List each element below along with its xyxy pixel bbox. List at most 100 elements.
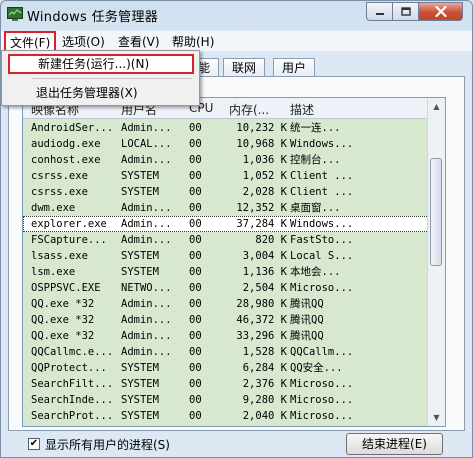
vertical-scrollbar[interactable]: ▲ ▼ <box>427 98 445 426</box>
cell-image-name: SearchInde... <box>31 394 114 406</box>
cell-image-name: lsass.exe <box>31 250 88 262</box>
cell-user-name: Admin... <box>121 202 172 214</box>
cell-image-name: AndroidSer... <box>31 122 114 134</box>
table-row[interactable]: QQ.exe *32 Admin... 00 28,980 K 腾讯QQ <box>23 296 445 312</box>
menu-bar: 文件(F) 选项(O) 查看(V) 帮助(H) <box>1 31 472 54</box>
cell-memory: 10,968 K <box>236 138 287 150</box>
cell-image-name: SearchProt... <box>31 410 114 422</box>
tab-networking[interactable]: 联网 <box>223 58 266 76</box>
menu-item-new-task[interactable]: 新建任务(运行...)(N) <box>8 54 194 74</box>
cell-description: Microso... <box>290 282 354 294</box>
cell-user-name: Admin... <box>121 314 172 326</box>
column-memory[interactable]: 内存(... <box>229 101 269 118</box>
cell-image-name: SearchFilt... <box>31 378 114 390</box>
menu-help[interactable]: 帮助(H) <box>172 33 214 50</box>
cell-memory: 6,284 K <box>242 362 287 374</box>
cell-cpu: 00 <box>189 282 202 294</box>
table-row[interactable]: conhost.exe Admin... 00 1,036 K 控制台... <box>23 152 445 168</box>
table-row[interactable]: dwm.exe Admin... 00 12,352 K 桌面窗... <box>23 200 445 216</box>
cell-image-name: OSPPSVC.EXE <box>31 282 101 294</box>
cell-image-name: audiodg.exe <box>31 138 101 150</box>
cell-user-name: Admin... <box>121 154 172 166</box>
task-manager-app-icon <box>7 7 23 21</box>
table-row[interactable]: AndroidSer... Admin... 00 10,232 K 统一连... <box>23 120 445 136</box>
cell-user-name: SYSTEM <box>121 362 159 374</box>
cell-image-name: QQCallmc.e... <box>31 346 114 358</box>
table-row[interactable]: QQCallmc.e... Admin... 00 1,528 K QQCallm... <box>23 344 445 360</box>
cell-description: Microso... <box>290 378 354 390</box>
cell-memory: 9,280 K <box>242 394 287 406</box>
cell-cpu: 00 <box>189 154 202 166</box>
table-row[interactable]: SearchInde... SYSTEM 00 9,280 K Microso... <box>23 392 445 408</box>
menu-item-exit[interactable]: 退出任务管理器(X) <box>8 83 194 103</box>
cell-description: Local S... <box>290 250 354 262</box>
title-bar[interactable]: Windows 任务管理器 <box>1 1 472 31</box>
cell-memory: 46,372 K <box>236 314 287 326</box>
cell-memory: 1,052 K <box>242 170 287 182</box>
tab-users[interactable]: 用户 <box>273 58 316 76</box>
cell-description: QQCallm... <box>290 346 354 358</box>
minimize-button[interactable] <box>366 2 393 21</box>
cell-description: Microso... <box>290 410 354 422</box>
table-row[interactable]: SearchProt... SYSTEM 00 2,040 K Microso... <box>23 408 445 424</box>
cell-user-name: Admin... <box>121 218 172 230</box>
table-row[interactable]: QQProtect... SYSTEM 00 6,284 K QQ安全... <box>23 360 445 376</box>
table-row[interactable]: lsass.exe SYSTEM 00 3,004 K Local S... <box>23 248 445 264</box>
cell-cpu: 00 <box>189 314 202 326</box>
table-row[interactable]: csrss.exe SYSTEM 00 1,052 K Client ... <box>23 168 445 184</box>
cell-cpu: 00 <box>189 218 202 230</box>
table-row[interactable]: SearchFilt... SYSTEM 00 2,376 K Microso... <box>23 376 445 392</box>
file-menu-dropdown: 新建任务(运行...)(N) 退出任务管理器(X) <box>1 50 200 106</box>
cell-user-name: LOCAL... <box>121 138 172 150</box>
menu-options[interactable]: 选项(O) <box>62 33 105 50</box>
cell-image-name: QQ.exe *32 <box>31 298 95 310</box>
table-row[interactable]: lsm.exe SYSTEM 00 1,136 K 本地会... <box>23 264 445 280</box>
scroll-up-arrow-icon[interactable]: ▲ <box>428 98 445 115</box>
cell-memory: 2,040 K <box>242 410 287 422</box>
table-row[interactable]: QQ.exe *32 Admin... 00 46,372 K 腾讯QQ <box>23 312 445 328</box>
cell-user-name: SYSTEM <box>121 250 159 262</box>
cell-description: 腾讯QQ <box>290 298 324 310</box>
cell-cpu: 00 <box>189 186 202 198</box>
cell-user-name: Admin... <box>121 234 172 246</box>
cell-description: Windows... <box>290 138 354 150</box>
cell-cpu: 00 <box>189 202 202 214</box>
table-row[interactable]: QQ.exe *32 Admin... 00 33,296 K 腾讯QQ <box>23 328 445 344</box>
cell-description: 控制台... <box>290 154 341 166</box>
cell-user-name: Admin... <box>121 122 172 134</box>
close-button[interactable] <box>418 2 463 21</box>
table-row[interactable]: explorer.exe Admin... 00 37,284 K Windows... <box>23 216 445 232</box>
cell-memory: 1,036 K <box>242 154 287 166</box>
scrollbar-thumb[interactable] <box>430 158 442 266</box>
show-all-processes-checkbox[interactable]: ✔ <box>28 438 40 450</box>
cell-image-name: conhost.exe <box>31 154 101 166</box>
cell-description: 本地会... <box>290 266 341 278</box>
cell-cpu: 00 <box>189 346 202 358</box>
cell-user-name: Admin... <box>121 298 172 310</box>
cell-user-name: NETWO... <box>121 282 172 294</box>
cell-memory: 820 K <box>255 234 287 246</box>
table-row[interactable]: csrss.exe SYSTEM 00 2,028 K Client ... <box>23 184 445 200</box>
cell-user-name: Admin... <box>121 330 172 342</box>
table-row[interactable]: FSCapture... Admin... 00 820 K FastSto... <box>23 232 445 248</box>
cell-memory: 28,980 K <box>236 298 287 310</box>
maximize-button[interactable] <box>392 2 419 21</box>
table-row[interactable]: OSPPSVC.EXE NETWO... 00 2,504 K Microso... <box>23 280 445 296</box>
cell-description: 桌面窗... <box>290 202 341 214</box>
cell-description: 腾讯QQ <box>290 314 324 326</box>
scroll-down-arrow-icon[interactable]: ▼ <box>428 409 445 426</box>
table-row[interactable]: audiodg.exe LOCAL... 00 10,968 K Windows... <box>23 136 445 152</box>
cell-user-name: Admin... <box>121 346 172 358</box>
cell-user-name: SYSTEM <box>121 266 159 278</box>
minimize-icon <box>375 12 384 15</box>
end-process-button[interactable]: 结束进程(E) <box>346 433 443 455</box>
cell-memory: 2,504 K <box>242 282 287 294</box>
close-icon <box>434 6 447 17</box>
cell-user-name: SYSTEM <box>121 410 159 422</box>
column-description[interactable]: 描述 <box>290 101 314 118</box>
menu-view[interactable]: 查看(V) <box>118 33 160 50</box>
process-list[interactable]: 映像名称 用户名 CPU 内存(... 描述 AndroidSer... Admi… <box>22 97 446 427</box>
cell-memory: 37,284 K <box>236 218 287 230</box>
cell-cpu: 00 <box>189 122 202 134</box>
cell-cpu: 00 <box>189 410 202 422</box>
